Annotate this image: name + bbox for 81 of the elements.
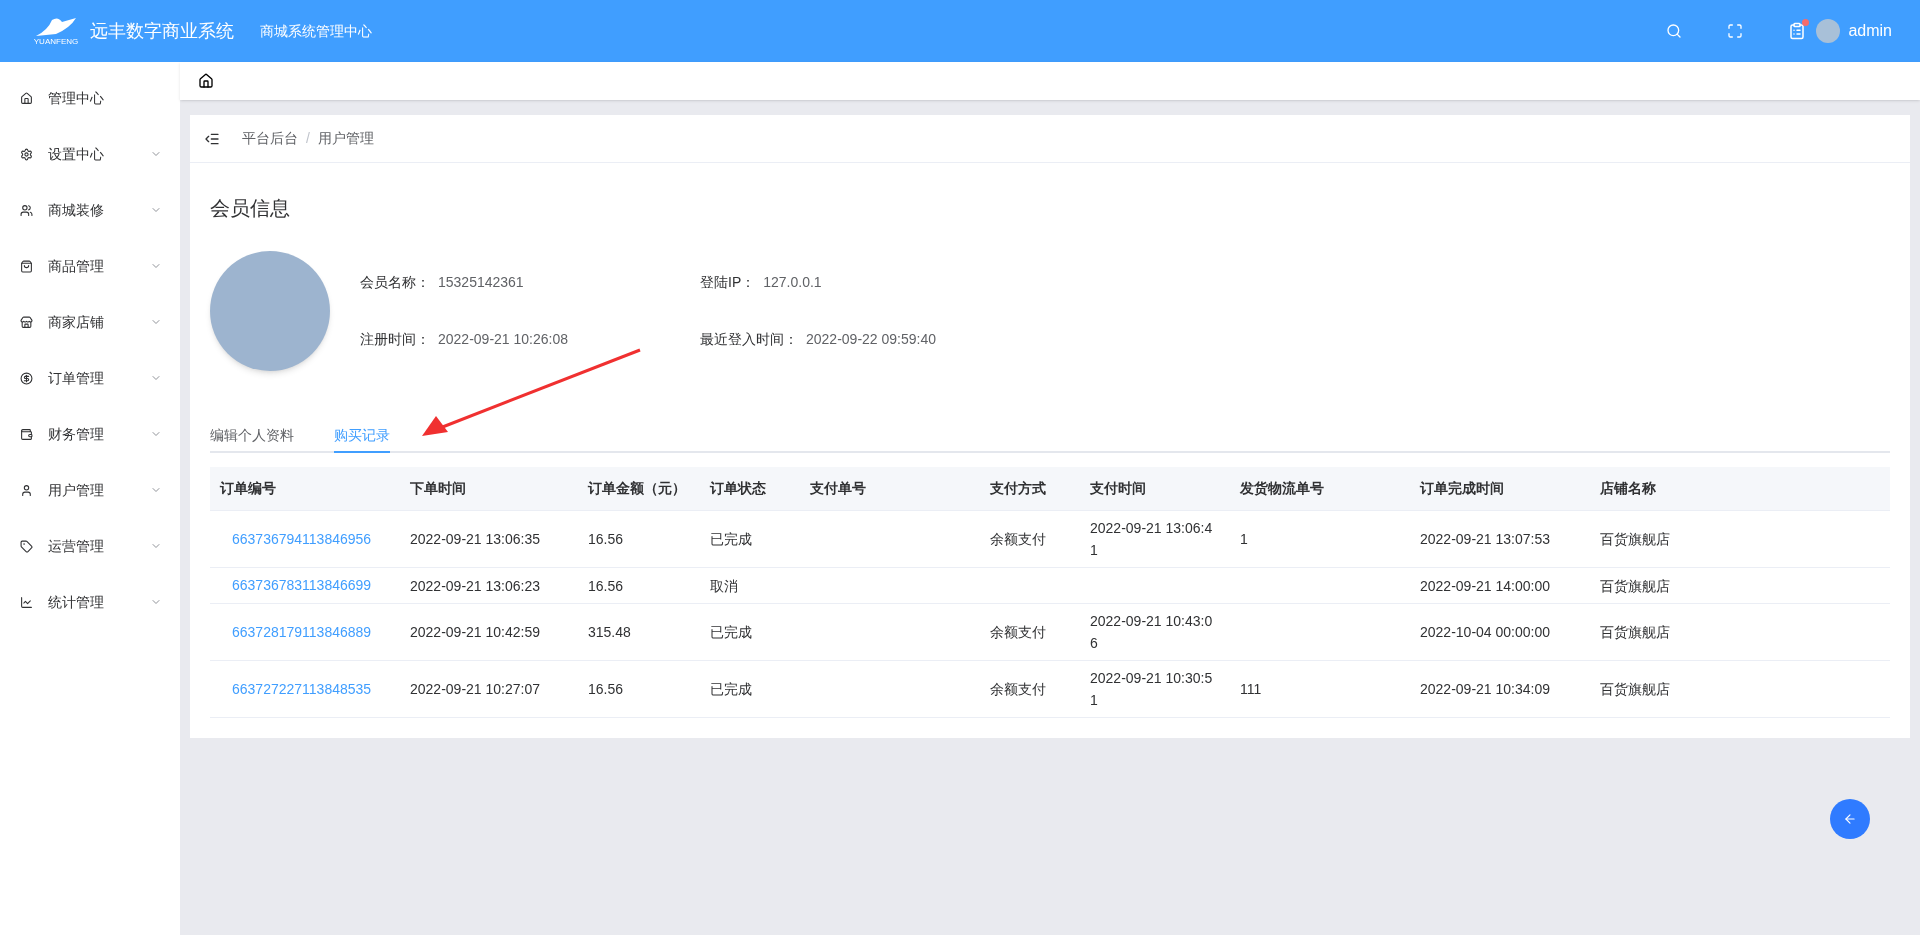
table-cell-text: 余额支付: [990, 680, 1047, 699]
table-cell-text: 百货旗舰店: [1600, 680, 1671, 699]
table-cell-text: 百货旗舰店: [1600, 623, 1671, 642]
sidebar-item[interactable]: 设置中心: [0, 126, 180, 182]
table-cell-text: 2022-09-21 13:06:23: [410, 576, 541, 596]
column-header: 订单编号: [220, 480, 276, 496]
table-cell-text: 315.48: [588, 623, 632, 642]
people-icon: [20, 203, 33, 217]
search-button[interactable]: [1666, 23, 1683, 39]
line-chart-icon: [20, 595, 33, 609]
field-value: 2022-09-21 10:26:08: [438, 330, 568, 349]
field-value: 127.0.0.1: [763, 273, 822, 292]
table-cell-text: 16.56: [588, 576, 625, 596]
breadcrumb-separator: /: [306, 129, 310, 148]
sidebar-item[interactable]: 订单管理: [0, 350, 180, 406]
system-subtitle: 商城系统管理中心: [260, 21, 372, 41]
table-cell-text: 111: [1240, 680, 1263, 699]
sidebar-item[interactable]: 商家店铺: [0, 294, 180, 350]
breadcrumb-item[interactable]: 用户管理: [317, 128, 374, 149]
field-value: 15325142361: [438, 273, 524, 292]
table-cell-text: 2022-09-21 10:30:51: [1090, 669, 1214, 710]
table-cell-text: 2022-09-21 10:27:07: [410, 680, 541, 699]
store-icon: [20, 315, 33, 329]
column-header: 发货物流单号: [1240, 480, 1324, 496]
field-label: 会员名称：: [360, 273, 430, 292]
table-cell-text: 2022-09-21 13:06:35: [410, 530, 541, 549]
column-header: 订单状态: [710, 480, 766, 496]
sidebar-item[interactable]: 财务管理: [0, 406, 180, 462]
table-cell-text: 取消: [710, 576, 739, 596]
field-label: 最近登入时间：: [700, 330, 798, 349]
back-button[interactable]: [1830, 799, 1870, 839]
column-header: 支付时间: [1090, 480, 1146, 496]
sidebar-item[interactable]: 用户管理: [0, 462, 180, 518]
table-cell-text: 2022-09-21 13:07:53: [1420, 530, 1551, 549]
tab[interactable]: 编辑个人资料: [210, 419, 294, 453]
column-header: 支付单号: [810, 480, 866, 496]
sidebar-item[interactable]: 统计管理: [0, 574, 180, 630]
sidebar-item[interactable]: 商品管理: [0, 238, 180, 294]
table-cell-text: 百货旗舰店: [1600, 530, 1671, 549]
table-cell-text: 16.56: [588, 530, 625, 549]
breadcrumb-item[interactable]: 平台后台: [242, 128, 298, 149]
table-cell-text: 1: [1240, 530, 1249, 549]
table-cell-text: 2022-10-04 00:00:00: [1420, 623, 1551, 642]
wallet-icon: [20, 427, 33, 441]
sidebar-item[interactable]: 商城装修: [0, 182, 180, 238]
coin-icon: [20, 371, 33, 385]
table-cell-text: 已完成: [710, 530, 753, 549]
tag-icon: [20, 539, 33, 553]
fullscreen-button[interactable]: [1727, 23, 1744, 39]
sidebar-item[interactable]: 运营管理: [0, 518, 180, 574]
bag-icon: [20, 259, 33, 273]
user-icon: [20, 483, 33, 497]
home-icon[interactable]: [198, 73, 214, 89]
system-name: 远丰数字商业系统: [90, 19, 234, 43]
field-label: 注册时间：: [360, 330, 430, 349]
column-header: 店铺名称: [1600, 480, 1656, 496]
table-cell-text: 2022-09-21 13:06:41: [1090, 519, 1214, 560]
settings-icon: [20, 147, 33, 161]
table-cell-text: 余额支付: [990, 530, 1047, 549]
table-cell-text: 已完成: [710, 680, 753, 699]
sidebar-item[interactable]: 管理中心: [0, 70, 180, 126]
table-cell-text: 百货旗舰店: [1600, 576, 1671, 596]
notice-button[interactable]: [1788, 22, 1807, 40]
field-label: 登陆IP：: [700, 273, 756, 292]
section-title: 会员信息: [210, 196, 291, 221]
table-cell-text: 2022-09-21 10:34:09: [1420, 680, 1551, 699]
field-value: 2022-09-22 09:59:40: [806, 330, 936, 349]
home-icon: [20, 91, 33, 105]
column-header: 订单金额（元）: [588, 480, 686, 496]
table-cell-text: 已完成: [710, 623, 753, 642]
column-header: 下单时间: [410, 480, 466, 496]
table-cell-text: 2022-09-21 10:42:59: [410, 623, 541, 642]
avatar[interactable]: [1816, 19, 1841, 43]
table-cell-text: 余额支付: [990, 623, 1047, 642]
table-cell-text: 2022-09-21 10:43:06: [1090, 612, 1214, 653]
table-cell-text: 16.56: [588, 680, 625, 699]
wing-logo-icon: [34, 16, 78, 38]
column-header: 支付方式: [990, 480, 1046, 496]
table-cell-text: 2022-09-21 14:00:00: [1420, 576, 1551, 596]
logo-mark-text: YUANFENG: [33, 38, 79, 46]
column-header: 订单完成时间: [1420, 480, 1504, 496]
